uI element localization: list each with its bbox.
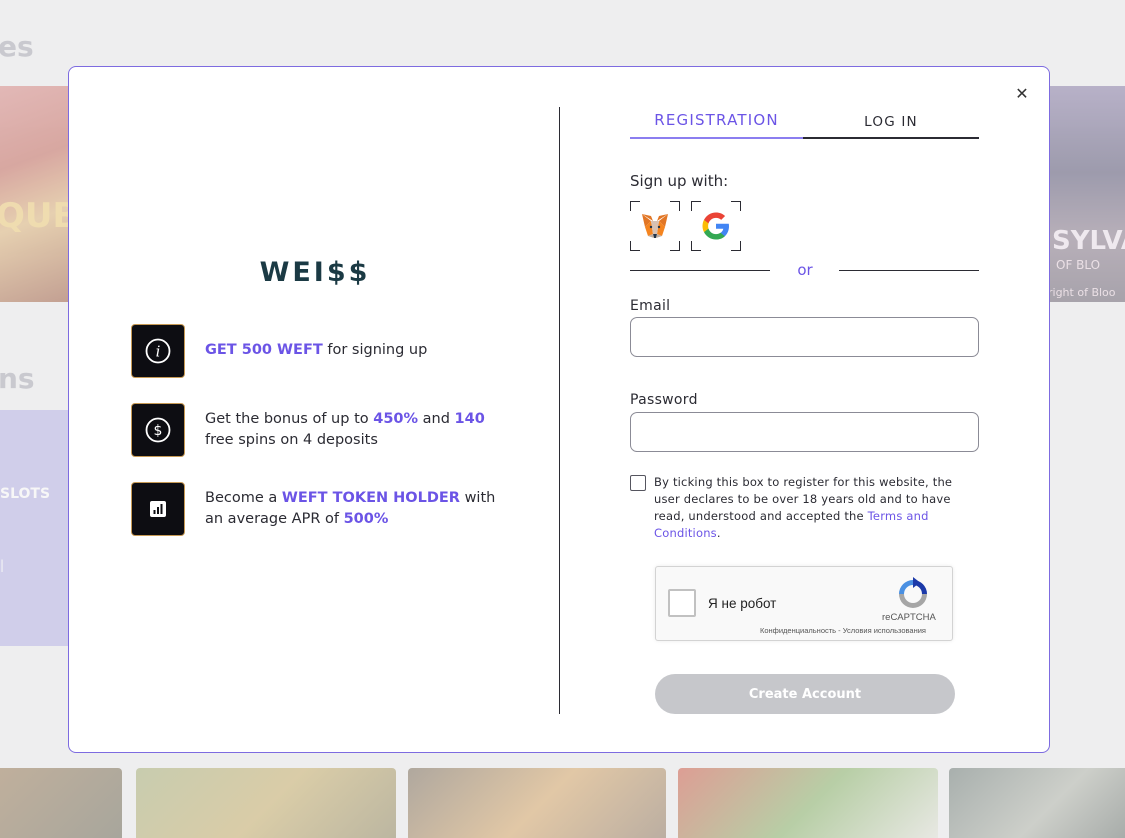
email-label: Email — [630, 298, 671, 314]
registration-modal: ✕ WEI$$ i GET 500 WEFT for signing up $ … — [68, 66, 1050, 753]
background-game-thumbnail — [0, 768, 122, 838]
metamask-signup-button[interactable] — [630, 201, 680, 251]
chart-icon — [131, 482, 185, 536]
terms-checkbox[interactable] — [630, 475, 646, 491]
recaptcha-brand: reCAPTCHA — [882, 612, 936, 623]
column-divider — [559, 107, 560, 714]
recaptcha-privacy-link[interactable]: Конфиденциальность — [760, 626, 836, 635]
background-card-caption: right of Bloo — [1048, 286, 1116, 299]
benefit-highlight: 140 — [454, 411, 485, 427]
background-section-heading: ns — [0, 362, 35, 395]
sign-up-with-label: Sign up with: — [630, 172, 729, 190]
weiss-logo: WEI$$ — [259, 257, 371, 288]
background-game-thumbnail — [408, 768, 666, 838]
email-field[interactable] — [630, 317, 979, 357]
svg-text:i: i — [156, 343, 161, 361]
google-g-icon — [702, 212, 729, 240]
terms-text: By ticking this box to register for this… — [654, 474, 974, 542]
benefit-plain: Become a — [205, 490, 282, 506]
background-panel-title: SLOTS — [0, 486, 51, 502]
benefit-text: Get the bonus of up to 450% and 140 free… — [205, 409, 505, 451]
benefit-item: $ Get the bonus of up to 450% and 140 fr… — [131, 403, 511, 457]
recaptcha-link-separator: - — [836, 626, 843, 635]
terms-end: . — [716, 526, 721, 540]
benefit-text: Become a WEFT TOKEN HOLDER with an avera… — [205, 488, 505, 530]
recaptcha-widget: Я не робот reCAPTCHA Конфиденциальность … — [655, 566, 953, 641]
background-game-thumbnail — [678, 768, 938, 838]
background-panel-text: | — [0, 558, 5, 572]
benefit-text: GET 500 WEFT for signing up — [205, 340, 505, 361]
auth-tabs: REGISTRATION LOG IN — [630, 111, 979, 139]
password-label: Password — [630, 392, 698, 408]
background-card-title: QUB — [0, 196, 79, 236]
benefit-item: i GET 500 WEFT for signing up — [131, 324, 511, 378]
metamask-fox-icon — [642, 214, 668, 238]
benefit-highlight: GET 500 WEFT — [205, 342, 323, 358]
tab-registration[interactable]: REGISTRATION — [630, 111, 803, 139]
background-game-thumbnail — [949, 768, 1125, 838]
benefit-plain: Get the bonus of up to — [205, 411, 374, 427]
benefit-highlight: WEFT TOKEN HOLDER — [281, 490, 460, 506]
dollar-icon: $ — [131, 403, 185, 457]
benefit-plain: free spins on 4 deposits — [205, 432, 378, 448]
create-account-button[interactable]: Create Account — [655, 674, 955, 714]
recaptcha-links: Конфиденциальность - Условия использован… — [760, 626, 926, 635]
recaptcha-checkbox[interactable] — [668, 589, 696, 617]
password-field[interactable] — [630, 412, 979, 452]
benefit-highlight: 500% — [343, 511, 389, 527]
svg-text:$: $ — [154, 423, 163, 439]
or-divider-line — [839, 270, 979, 271]
recaptcha-terms-link[interactable]: Условия использования — [843, 626, 926, 635]
close-icon: ✕ — [1015, 84, 1029, 103]
benefit-plain: for signing up — [322, 342, 428, 358]
close-button[interactable]: ✕ — [1013, 85, 1031, 103]
benefit-item: Become a WEFT TOKEN HOLDER with an avera… — [131, 482, 511, 536]
benefit-highlight: 450% — [373, 411, 419, 427]
recaptcha-label: Я не робот — [708, 596, 777, 611]
background-card-title: SYLVA — [1052, 226, 1125, 256]
or-divider-line — [630, 270, 770, 271]
or-separator: or — [797, 261, 813, 279]
recaptcha-logo-icon — [899, 577, 927, 608]
background-game-card: SYLVA OF BLO right of Bloo — [1040, 86, 1125, 302]
benefit-plain: and — [418, 411, 455, 427]
tab-login[interactable]: LOG IN — [803, 114, 979, 139]
background-card-subtitle: OF BLO — [1056, 258, 1101, 272]
google-signup-button[interactable] — [691, 201, 741, 251]
background-game-thumbnail — [136, 768, 396, 838]
background-section-heading: es — [0, 30, 34, 63]
info-icon: i — [131, 324, 185, 378]
